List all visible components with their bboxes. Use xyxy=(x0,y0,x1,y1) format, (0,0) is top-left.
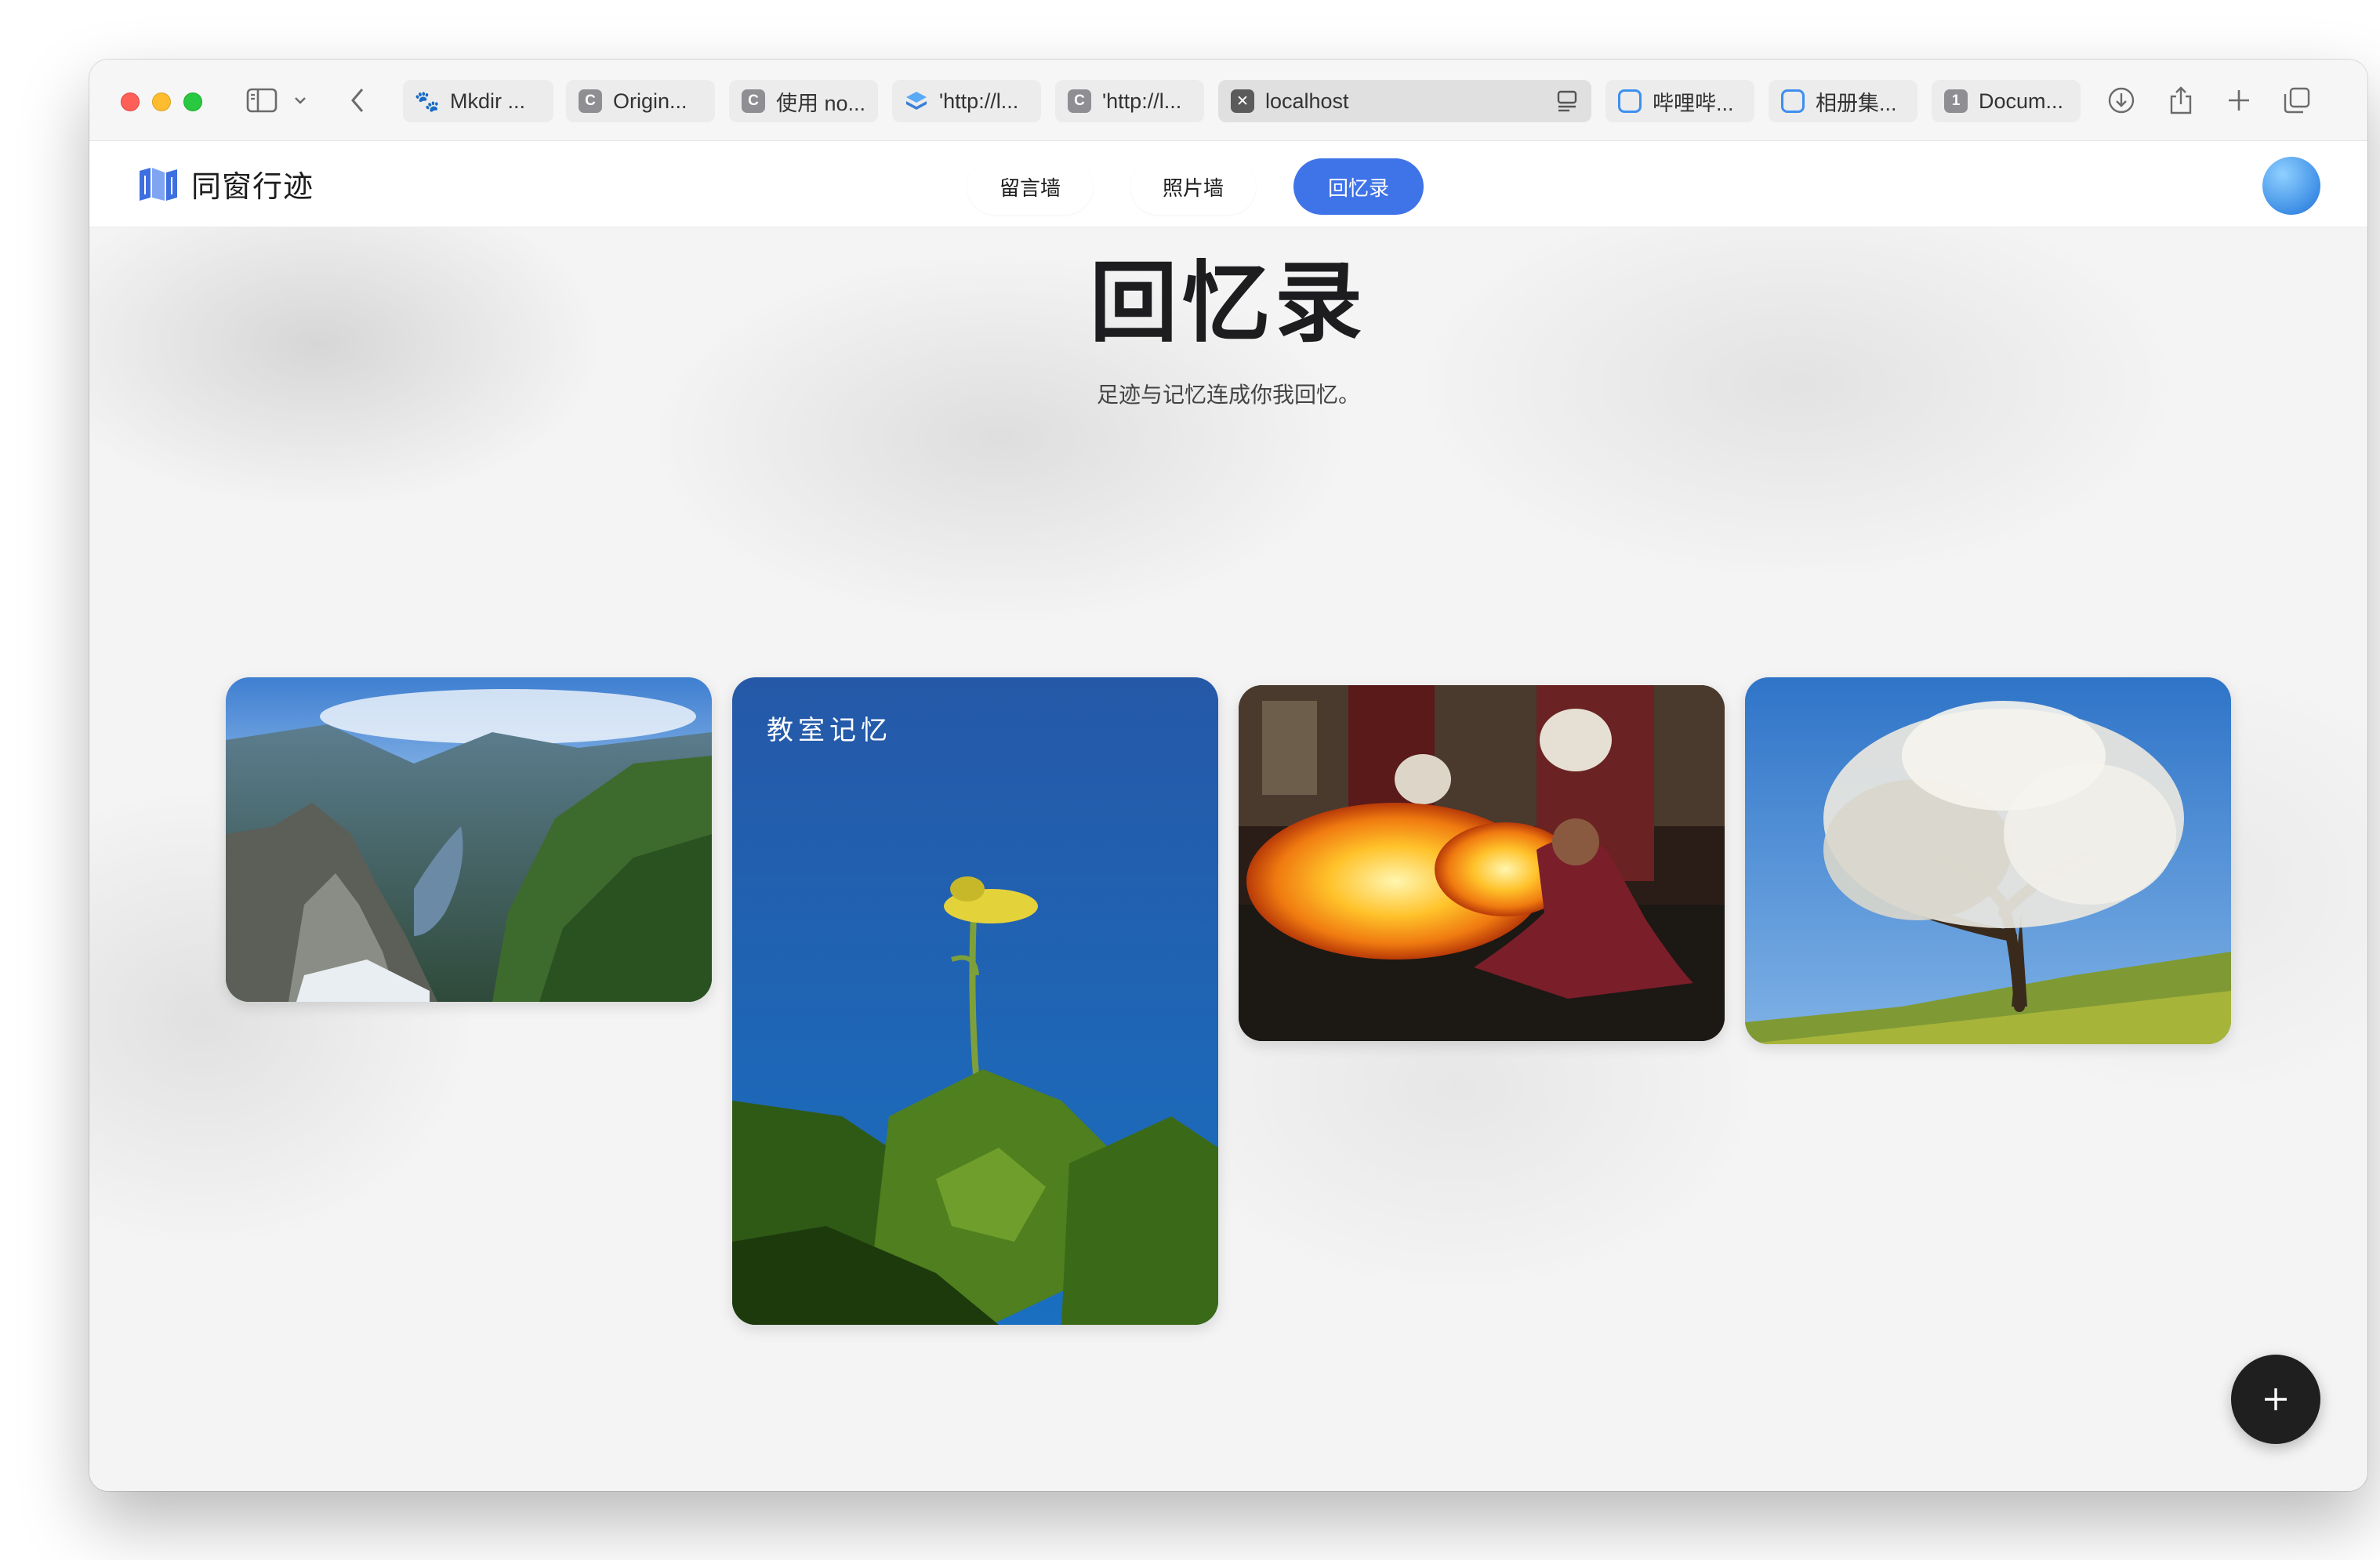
c-icon: C xyxy=(1068,89,1091,113)
page-subtitle: 足迹与记忆连成你我回忆。 xyxy=(1096,383,1360,407)
tab-label: 'http://l... xyxy=(939,89,1019,113)
tab-label: localhost xyxy=(1265,89,1349,113)
downloads-button[interactable] xyxy=(2104,83,2139,118)
memory-card[interactable] xyxy=(1239,685,1725,1041)
nav-memoir[interactable]: 回忆录 xyxy=(1293,158,1424,215)
nav-photo-wall[interactable]: 照片墙 xyxy=(1130,158,1256,215)
fire-breather-photo xyxy=(1239,685,1725,1041)
memory-card[interactable] xyxy=(226,677,712,1002)
share-icon xyxy=(2170,86,2192,114)
nav-message-wall[interactable]: 留言墙 xyxy=(967,158,1093,215)
sidebar-icon xyxy=(246,88,278,113)
blossoming-tree-photo xyxy=(1745,677,2231,1044)
page-content: 同窗行迹 留言墙 照片墙 回忆录 回忆录 足迹与记忆连成你我回忆。 教室记忆 xyxy=(89,141,2367,1491)
avatar[interactable] xyxy=(2262,157,2320,215)
browser-tab[interactable]: 哔哩哔... xyxy=(1605,80,1754,122)
c-icon: C xyxy=(742,89,765,113)
card-caption: 教室记忆 xyxy=(767,715,892,746)
browser-tab[interactable]: 'http://l... xyxy=(892,80,1041,122)
tab-label: 哔哩哔... xyxy=(1653,91,1734,115)
site-logo[interactable]: 同窗行迹 xyxy=(138,160,314,207)
browser-tab[interactable]: C 使用 no... xyxy=(729,80,878,122)
memory-card[interactable] xyxy=(1745,677,2231,1044)
browser-tab[interactable]: C 'http://l... xyxy=(1055,80,1204,122)
tab-overview-button[interactable] xyxy=(2280,83,2314,118)
chevron-down-icon xyxy=(295,97,306,104)
yellow-flower-blue-sky-photo xyxy=(732,677,1218,1325)
zoom-window-button[interactable] xyxy=(183,93,202,111)
close-icon[interactable]: ✕ xyxy=(1231,89,1254,113)
browser-tab-active[interactable]: ✕ localhost xyxy=(1218,80,1591,122)
bilibili-icon xyxy=(1618,89,1642,113)
browser-tab[interactable]: 1 Docum... xyxy=(1932,80,2081,122)
sidebar-toggle-button[interactable] xyxy=(243,83,281,118)
tab-overview-icon xyxy=(2284,87,2310,114)
browser-tab[interactable]: 🐾 Mkdir ... xyxy=(403,80,553,122)
map-icon xyxy=(140,168,177,201)
add-memory-button[interactable] xyxy=(2231,1355,2320,1444)
tab-group-menu-button[interactable] xyxy=(288,83,312,118)
browser-window: 🐾 Mkdir ... C Origin... C 使用 no... 'http… xyxy=(89,60,2367,1491)
tab-label: Mkdir ... xyxy=(450,89,526,113)
browser-tab[interactable]: 相册集... xyxy=(1769,80,1917,122)
mountain-fjord-photo xyxy=(226,677,712,1002)
plus-icon xyxy=(2265,1388,2287,1410)
tab-label: Origin... xyxy=(613,89,688,113)
minimize-window-button[interactable] xyxy=(152,93,171,111)
new-tab-button[interactable] xyxy=(2222,83,2256,118)
download-icon xyxy=(2108,87,2135,114)
tab-label: 'http://l... xyxy=(1102,89,1182,113)
browser-tab[interactable]: C Origin... xyxy=(566,80,715,122)
stack-icon xyxy=(905,89,928,113)
memory-card[interactable]: 教室记忆 xyxy=(732,677,1218,1325)
page-title: 回忆录 xyxy=(1090,254,1367,352)
one-icon: 1 xyxy=(1944,89,1968,113)
share-button[interactable] xyxy=(2164,83,2198,118)
browser-toolbar: 🐾 Mkdir ... C Origin... C 使用 no... 'http… xyxy=(89,60,2367,141)
site-navbar: 同窗行迹 留言墙 照片墙 回忆录 xyxy=(89,141,2367,227)
c-icon: C xyxy=(579,89,602,113)
plus-icon xyxy=(2229,90,2249,111)
paw-icon: 🐾 xyxy=(414,89,441,113)
tab-label: Docum... xyxy=(1979,89,2064,113)
bilibili-icon xyxy=(1781,89,1805,113)
close-window-button[interactable] xyxy=(121,93,140,111)
site-brand-name: 同窗行迹 xyxy=(191,170,314,204)
chevron-left-icon xyxy=(351,89,364,112)
tab-label: 使用 no... xyxy=(776,91,866,115)
tab-label: 相册集... xyxy=(1816,91,1897,115)
reader-mode-icon[interactable] xyxy=(1555,89,1579,113)
back-button[interactable] xyxy=(340,83,375,118)
